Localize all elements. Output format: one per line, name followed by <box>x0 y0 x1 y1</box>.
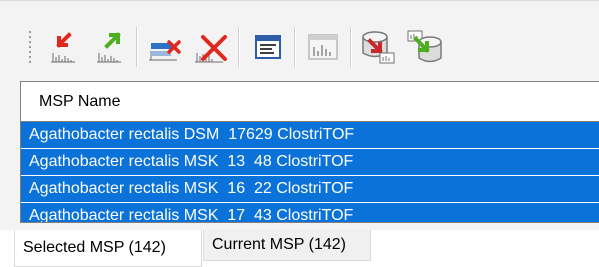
msp-grid[interactable]: MSP Name Agathobacter rectalis DSM 17629… <box>20 81 599 223</box>
msp-panel: MSP Name Agathobacter rectalis DSM 17629… <box>0 0 599 230</box>
toolbar-separator <box>294 27 296 67</box>
table-row[interactable]: Agathobacter rectalis MSK 16 22 ClostriT… <box>21 176 599 203</box>
chart-disabled-icon <box>304 27 342 67</box>
toolbar-separator <box>238 27 240 67</box>
clear-selection-icon[interactable] <box>146 27 184 67</box>
table-row[interactable]: Agathobacter rectalis MSK 13 48 ClostriT… <box>21 149 599 176</box>
toolbar <box>26 21 599 73</box>
toolbar-separator <box>136 27 138 67</box>
table-row[interactable]: Agathobacter rectalis MSK 17 43 ClostriT… <box>21 203 599 222</box>
column-header-msp-name[interactable]: MSP Name <box>21 82 599 122</box>
delete-profile-icon[interactable] <box>192 27 230 67</box>
tab-current-msp[interactable]: Current MSP (142) <box>203 230 371 261</box>
tab-selected-msp[interactable]: Selected MSP (142) <box>14 230 202 267</box>
import-green-icon[interactable] <box>90 27 128 67</box>
export-red-icon[interactable] <box>44 27 82 67</box>
database-red-export-icon[interactable] <box>360 27 398 67</box>
table-row[interactable]: Agathobacter rectalis DSM 17629 ClostriT… <box>21 122 599 149</box>
toolbar-separator <box>350 27 352 67</box>
database-green-import-icon[interactable] <box>406 27 444 67</box>
tab-bar: Selected MSP (142) Current MSP (142) <box>0 230 599 267</box>
toolbar-grip[interactable] <box>26 27 34 67</box>
properties-icon[interactable] <box>248 27 286 67</box>
